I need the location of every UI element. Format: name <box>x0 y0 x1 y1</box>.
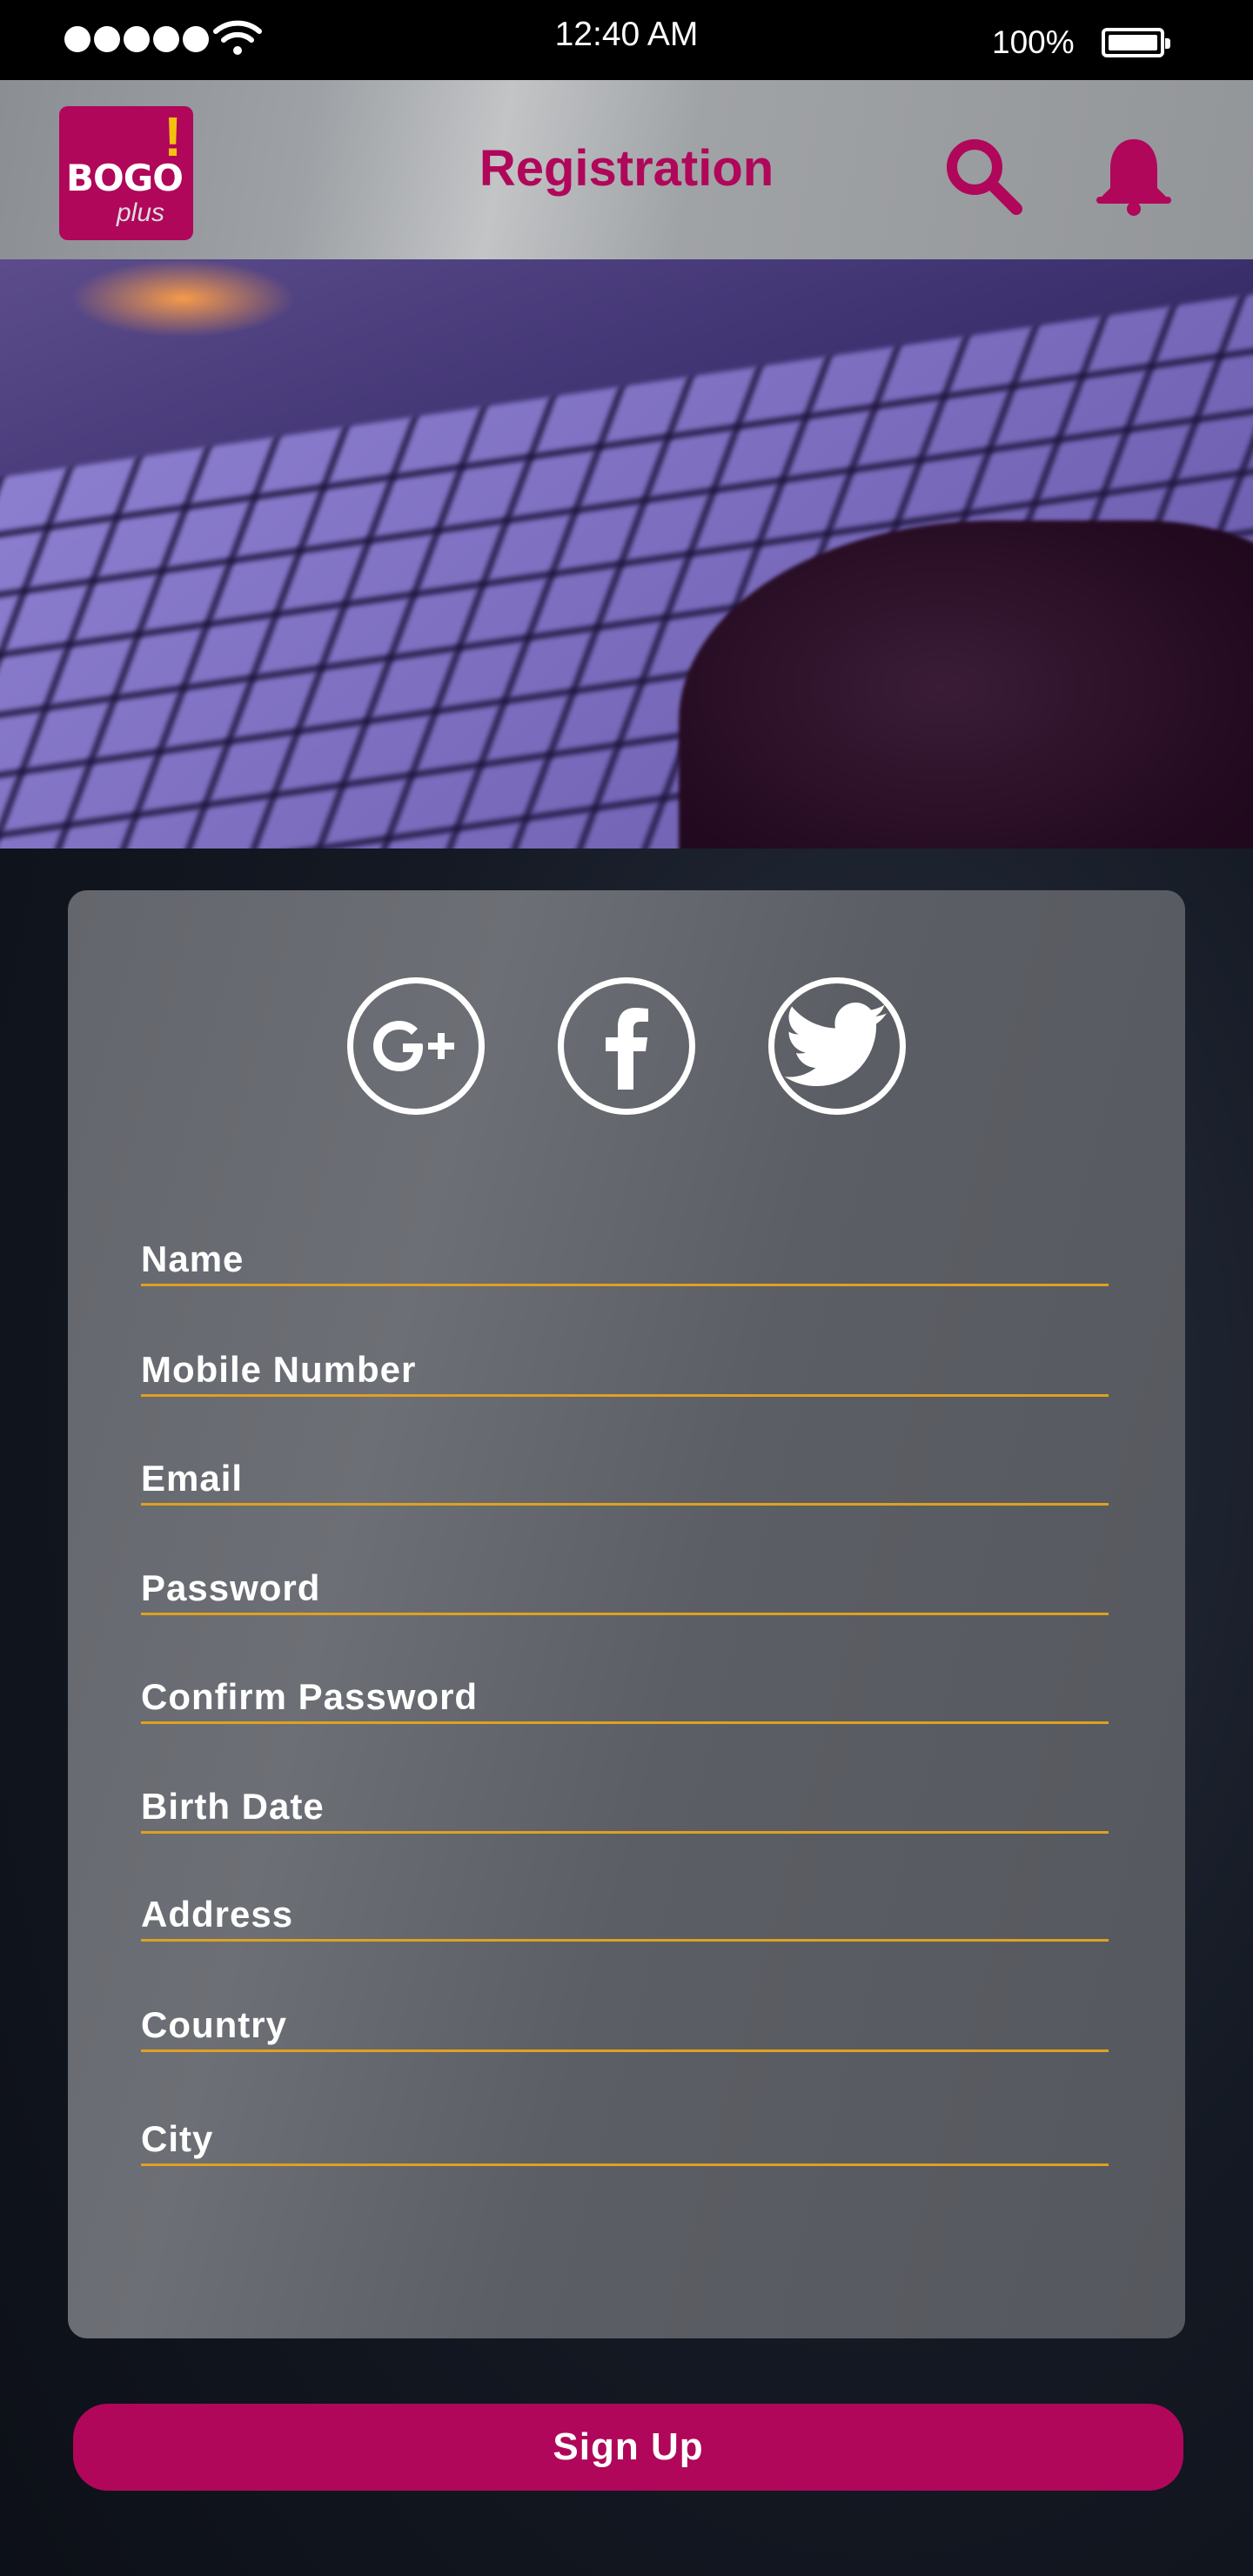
status-bar: 12:40 AM 100% <box>0 0 1253 80</box>
registration-screen: 12:40 AM 100% BOGO ! plus Registration N… <box>0 0 1253 2576</box>
registration-form-card: Name Mobile Number Email Password Confir… <box>68 890 1185 2338</box>
battery-percentage: 100% <box>992 24 1075 60</box>
field-label: Country <box>141 2004 287 2045</box>
facebook-button[interactable] <box>558 977 695 1115</box>
field-label: Mobile Number <box>141 1349 417 1390</box>
address-field[interactable]: Address <box>141 1892 1109 1942</box>
field-label: Name <box>141 1238 245 1279</box>
password-field[interactable]: Password <box>141 1566 1109 1615</box>
mobile-number-field[interactable]: Mobile Number <box>141 1347 1109 1397</box>
social-login-row <box>68 977 1185 1115</box>
hero-image-laptop-keyboard <box>0 259 1253 849</box>
google-plus-icon <box>373 1021 454 1071</box>
page-title: Registration <box>479 140 774 197</box>
facebook-icon <box>606 1008 648 1090</box>
field-label: Password <box>141 1567 321 1608</box>
birth-date-field[interactable]: Birth Date <box>141 1784 1109 1834</box>
app-bar: BOGO ! plus Registration <box>0 80 1253 259</box>
sign-up-button[interactable]: Sign Up <box>73 2404 1183 2491</box>
field-label: City <box>141 2118 214 2159</box>
logo-suffix: plus <box>117 198 165 227</box>
twitter-button[interactable] <box>768 977 906 1115</box>
name-field[interactable]: Name <box>141 1237 1109 1286</box>
bell-icon[interactable] <box>1095 134 1173 218</box>
google-plus-button[interactable] <box>347 977 485 1115</box>
battery-icon <box>1102 28 1170 57</box>
field-label: Address <box>141 1894 294 1935</box>
confirm-password-field[interactable]: Confirm Password <box>141 1674 1109 1724</box>
twitter-icon <box>785 1003 888 1086</box>
field-label: Confirm Password <box>141 1676 479 1717</box>
field-label: Birth Date <box>141 1786 325 1827</box>
country-field[interactable]: Country <box>141 2002 1109 2052</box>
field-label: Email <box>141 1458 244 1499</box>
city-field[interactable]: City <box>141 2116 1109 2166</box>
email-field[interactable]: Email <box>141 1456 1109 1506</box>
search-icon[interactable] <box>941 134 1025 218</box>
